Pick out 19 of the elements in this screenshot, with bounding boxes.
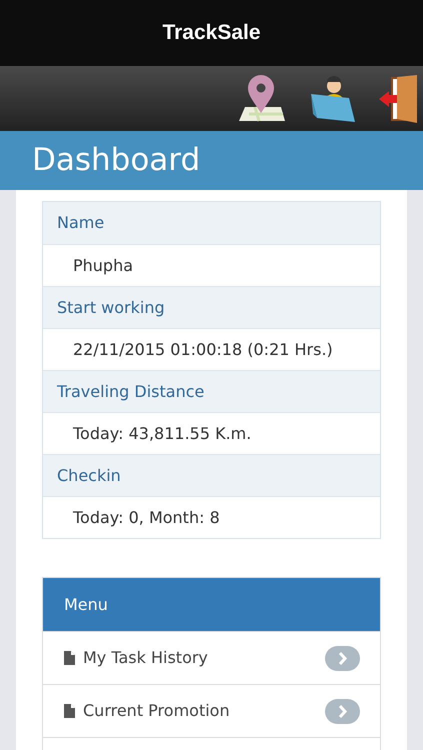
menu-item-label: Current Promotion	[83, 700, 231, 722]
app-title: TrackSale	[162, 20, 261, 46]
field-value: Today: 0, Month: 8	[73, 506, 220, 528]
field-value: Phupha	[73, 254, 134, 276]
user-folder-icon[interactable]	[309, 74, 357, 124]
exit-door-icon[interactable]	[379, 72, 419, 124]
document-icon	[64, 704, 75, 718]
menu-title: Menu	[64, 594, 108, 616]
document-icon	[64, 651, 75, 665]
field-label: Traveling Distance	[57, 380, 204, 402]
chevron-right-icon	[325, 646, 360, 670]
field-value: 22/11/2015 01:00:18 (0:21 Hrs.)	[73, 338, 333, 360]
menu-item-label: My Task History	[83, 647, 209, 669]
field-value: Today: 43,811.55 K.m.	[73, 422, 252, 444]
chevron-right-icon	[325, 698, 360, 724]
field-label: Start working	[57, 296, 165, 318]
field-label: Name	[57, 212, 104, 234]
page-title: Dashboard	[32, 141, 200, 180]
field-label: Checkin	[57, 464, 121, 486]
